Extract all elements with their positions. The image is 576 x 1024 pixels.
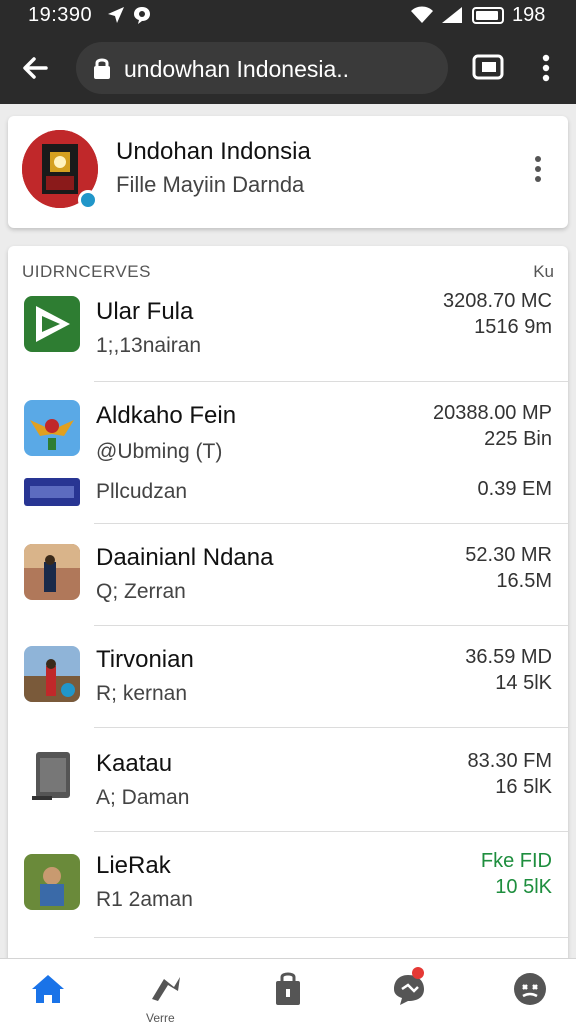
photo-icon (24, 544, 80, 600)
list-item[interactable]: Ular Fula 1;,13nairan 3208.70 MC 1516 9m (8, 282, 568, 382)
profile-subtitle: Fille Mayiin Darnda (116, 172, 305, 197)
wifi-icon (410, 5, 434, 31)
chat-icon[interactable] (388, 967, 432, 1009)
list-item[interactable]: Daainianl Ndana Q; Zerran 52.30 MR 16.5M (8, 524, 568, 626)
item-size-secondary: 16 5lK (495, 776, 552, 798)
tab-switcher-icon[interactable] (470, 50, 508, 86)
device-icon (24, 748, 80, 804)
garuda-icon (24, 400, 80, 456)
item-title: Daainianl Ndana (96, 544, 274, 571)
item-title: LieRak (96, 852, 171, 879)
item-subtitle-secondary: Pllcudzan (96, 480, 188, 503)
url-row: undowhan Indonesia.. (0, 36, 576, 100)
profile-more-icon[interactable] (526, 150, 550, 190)
back-arrow-icon[interactable] (16, 48, 56, 88)
list-item[interactable]: Kaatau A; Daman 83.30 FM 16 5lK (8, 728, 568, 832)
home-icon[interactable] (26, 969, 70, 1009)
item-size-secondary: 225 Bin (484, 428, 552, 450)
more-menu-icon[interactable] (530, 50, 562, 86)
item-size-secondary: 10 5lK (495, 876, 552, 898)
explore-icon[interactable] (144, 969, 188, 1009)
url-text: undowhan Indonesia.. (124, 56, 350, 82)
item-size: Fke FID (480, 850, 552, 872)
item-size-secondary: 14 5lK (495, 672, 552, 694)
status-bar: 19:390 198 (0, 0, 576, 32)
list-header: UIDRNCERVES (22, 262, 151, 281)
list-item[interactable]: LieRak R1 2aman Fke FID 10 5lK (8, 832, 568, 938)
photo-icon (24, 646, 80, 702)
profile-card[interactable]: Undohan Indonsia Fille Mayiin Darnda (8, 116, 568, 228)
item-title: Kaatau (96, 750, 173, 777)
item-subtitle: R; kernan (96, 682, 188, 705)
item-subtitle: R1 2aman (96, 888, 193, 911)
item-subtitle: A; Daman (96, 786, 190, 809)
address-bar[interactable]: undowhan Indonesia.. (76, 42, 448, 94)
item-size: 52.30 MR (465, 544, 552, 566)
item-subtitle: Q; Zerran (96, 580, 186, 603)
item-size: 36.59 MD (465, 646, 552, 668)
battery-icon (472, 7, 504, 24)
profile-face-icon[interactable] (508, 969, 552, 1009)
lock-icon (92, 56, 112, 85)
item-size-tertiary: 0.39 EM (477, 478, 552, 500)
verified-badge-icon (78, 190, 98, 210)
profile-name: Undohan Indonsia (116, 138, 311, 165)
card-icon (24, 478, 80, 506)
battery-level: 198 (512, 4, 546, 26)
browser-top-bar: 19:390 198 undowhan Indonesia.. (0, 0, 576, 104)
item-size: 83.30 FM (467, 750, 552, 772)
item-title: Tirvonian (96, 646, 194, 673)
divider (94, 937, 568, 938)
notification-dot (412, 967, 424, 979)
nav-label: Verre (146, 1011, 175, 1024)
play-icon (24, 296, 80, 352)
photo-icon (24, 854, 80, 910)
list-item[interactable]: Aldkaho Fein @Ubming (T) Pllcudzan 20388… (8, 382, 568, 524)
bottom-navigation: Verre (0, 958, 576, 1024)
status-time: 19:390 (28, 4, 93, 26)
item-title: Ular Fula (96, 298, 194, 325)
chat-bubble-icon (132, 5, 152, 31)
item-size: 20388.00 MP (433, 402, 552, 424)
item-size-secondary: 16.5M (496, 570, 552, 592)
list-item[interactable]: Tirvonian R; kernan 36.59 MD 14 5lK (8, 626, 568, 728)
navigation-arrow-icon (106, 5, 126, 31)
item-title: Aldkaho Fein (96, 402, 237, 429)
item-size-secondary: 1516 9m (474, 316, 552, 338)
signal-icon (440, 5, 464, 31)
list-header-right: Ku (533, 262, 554, 281)
file-list-card: UIDRNCERVES Ku Ular Fula 1;,13nairan 320… (8, 246, 568, 966)
bag-icon[interactable] (266, 969, 310, 1009)
item-subtitle: 1;,13nairan (96, 334, 202, 357)
item-size: 3208.70 MC (443, 290, 552, 312)
item-subtitle: @Ubming (T) (96, 440, 223, 463)
